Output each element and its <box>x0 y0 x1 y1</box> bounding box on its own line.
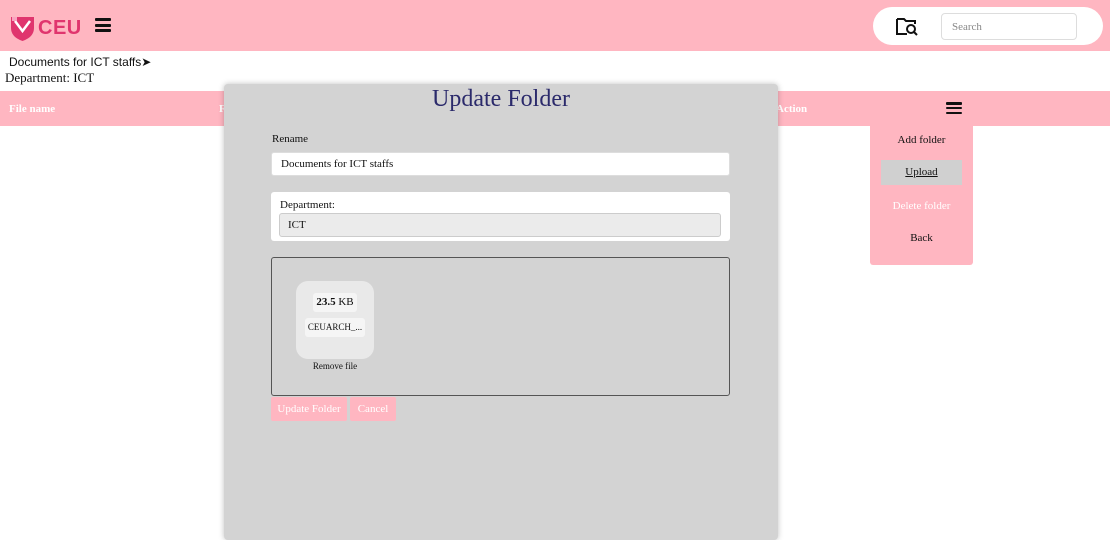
hamburger-icon-bar <box>946 106 962 110</box>
update-folder-button[interactable]: Update Folder <box>271 397 347 421</box>
file-size-unit: KB <box>338 296 354 308</box>
file-size-value: 23.5 <box>316 296 336 308</box>
breadcrumb[interactable]: Documents for ICT staffs➤ <box>9 55 151 69</box>
file-preview-card: 23.5 KB CEUARCH_... <box>296 281 374 359</box>
menu-item-add-folder[interactable]: Add folder <box>870 134 973 146</box>
column-header-action: Action <box>776 103 808 115</box>
sidebar-menu-toggle[interactable] <box>95 18 111 32</box>
department-field: ICT <box>279 213 721 237</box>
file-size-badge: 23.5 KB <box>313 293 357 312</box>
cancel-button[interactable]: Cancel <box>350 397 396 421</box>
hamburger-icon-bar <box>946 111 962 114</box>
action-dropdown-menu: Add folder Upload Delete folder Back <box>870 124 973 265</box>
search-input[interactable] <box>941 13 1077 40</box>
logo-text: CEU <box>38 16 82 39</box>
hamburger-icon-bar <box>946 102 962 105</box>
department-label: Department: <box>280 199 335 211</box>
hamburger-icon-bar <box>95 18 111 21</box>
department-info: Department: ICT <box>5 70 95 85</box>
menu-item-upload[interactable]: Upload <box>881 160 962 185</box>
remove-file-link[interactable]: Remove file <box>296 361 374 371</box>
action-menu-toggle[interactable] <box>946 102 962 114</box>
folder-search-icon[interactable] <box>895 15 919 37</box>
file-dropzone[interactable]: 23.5 KB CEUARCH_... Remove file <box>271 257 730 396</box>
hamburger-icon-bar <box>95 23 111 27</box>
department-field-container: Department: ICT <box>271 192 730 241</box>
shield-logo-icon <box>11 17 34 41</box>
logo[interactable]: CEU <box>9 13 99 43</box>
menu-item-delete-folder[interactable]: Delete folder <box>870 200 973 212</box>
file-name: CEUARCH_... <box>305 318 365 337</box>
hamburger-icon-bar <box>95 29 111 32</box>
update-folder-modal: Update Folder Rename Department: ICT 23.… <box>224 84 778 540</box>
top-navbar: CEU <box>0 0 1110 51</box>
menu-item-back[interactable]: Back <box>870 232 973 244</box>
rename-input[interactable] <box>271 152 730 176</box>
column-header-file-name: File name <box>9 103 56 115</box>
rename-label: Rename <box>272 133 309 145</box>
modal-title: Update Folder <box>432 86 570 112</box>
